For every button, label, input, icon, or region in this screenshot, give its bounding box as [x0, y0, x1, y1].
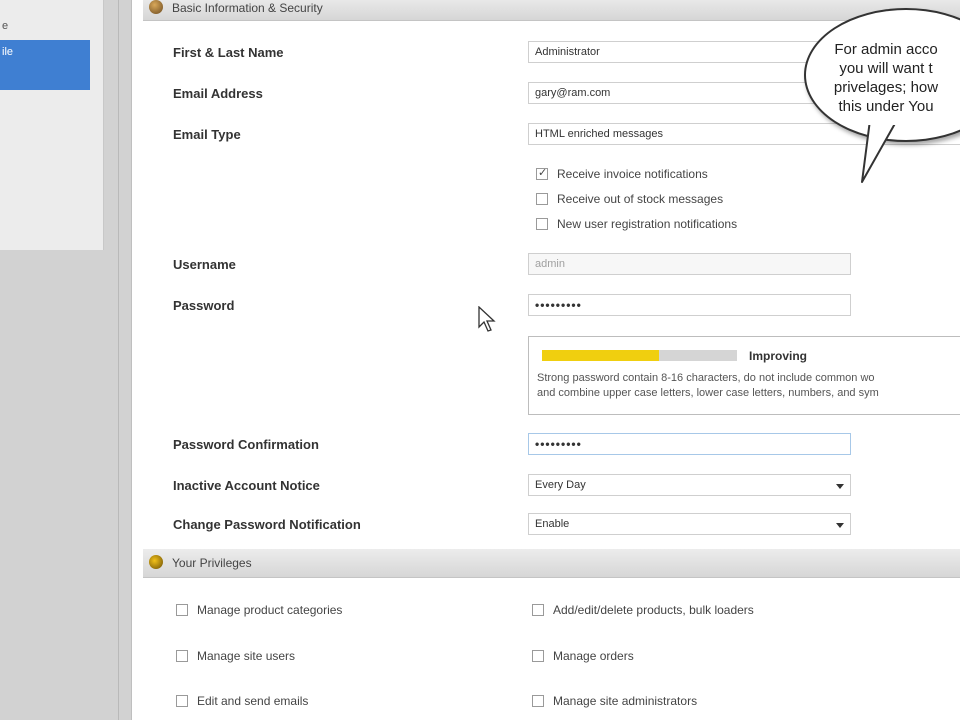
divider — [118, 0, 119, 720]
left-sidebar: e ile — [0, 0, 104, 250]
privileges-icon — [149, 555, 163, 569]
sidebar-item[interactable]: e — [0, 20, 8, 32]
strength-bar-fill — [542, 350, 659, 361]
password-input[interactable]: ••••••••• — [528, 294, 851, 316]
name-label: First & Last Name — [173, 45, 284, 60]
password-confirm-label: Password Confirmation — [173, 437, 319, 452]
username-input: admin — [528, 253, 851, 275]
password-label: Password — [173, 298, 235, 313]
section-header-basic-info: Basic Information & Security — [143, 0, 960, 21]
section-title: Basic Information & Security — [172, 1, 323, 15]
registration-notification-checkbox[interactable] — [536, 218, 548, 230]
email-label: Email Address — [173, 86, 263, 101]
inactive-notice-select[interactable]: Every Day — [528, 474, 851, 496]
change-password-label: Change Password Notification — [173, 517, 361, 532]
strength-help-text: Strong password contain 8-16 characters,… — [537, 372, 879, 399]
privilege-checkbox[interactable] — [532, 695, 544, 707]
username-label: Username — [173, 257, 236, 272]
privilege-checkbox[interactable] — [532, 650, 544, 662]
mouse-pointer-icon — [478, 306, 496, 332]
email-type-label: Email Type — [173, 127, 241, 142]
invoice-notification-checkbox[interactable] — [536, 166, 548, 180]
privilege-checkbox[interactable] — [176, 604, 188, 616]
chevron-down-icon — [836, 484, 844, 489]
privilege-checkbox[interactable] — [176, 695, 188, 707]
chevron-down-icon — [836, 523, 844, 528]
stock-notification-checkbox[interactable] — [536, 193, 548, 205]
strength-bar-track — [542, 350, 737, 361]
inactive-notice-label: Inactive Account Notice — [173, 478, 320, 493]
callout-text: For admin acco you will want t privelage… — [833, 41, 939, 115]
sidebar-item-profile[interactable]: ile — [0, 40, 90, 90]
password-confirm-input[interactable]: ••••••••• — [528, 433, 851, 455]
user-lock-icon — [149, 0, 163, 14]
change-password-select[interactable]: Enable — [528, 513, 851, 535]
password-strength-meter: Improving Strong password contain 8-16 c… — [528, 336, 960, 415]
section-title: Your Privileges — [172, 556, 252, 570]
strength-label: Improving — [749, 349, 808, 363]
section-header-privileges: Your Privileges — [143, 549, 960, 578]
privilege-checkbox[interactable] — [176, 650, 188, 662]
callout-tail — [861, 120, 899, 183]
privilege-checkbox[interactable] — [532, 604, 544, 616]
